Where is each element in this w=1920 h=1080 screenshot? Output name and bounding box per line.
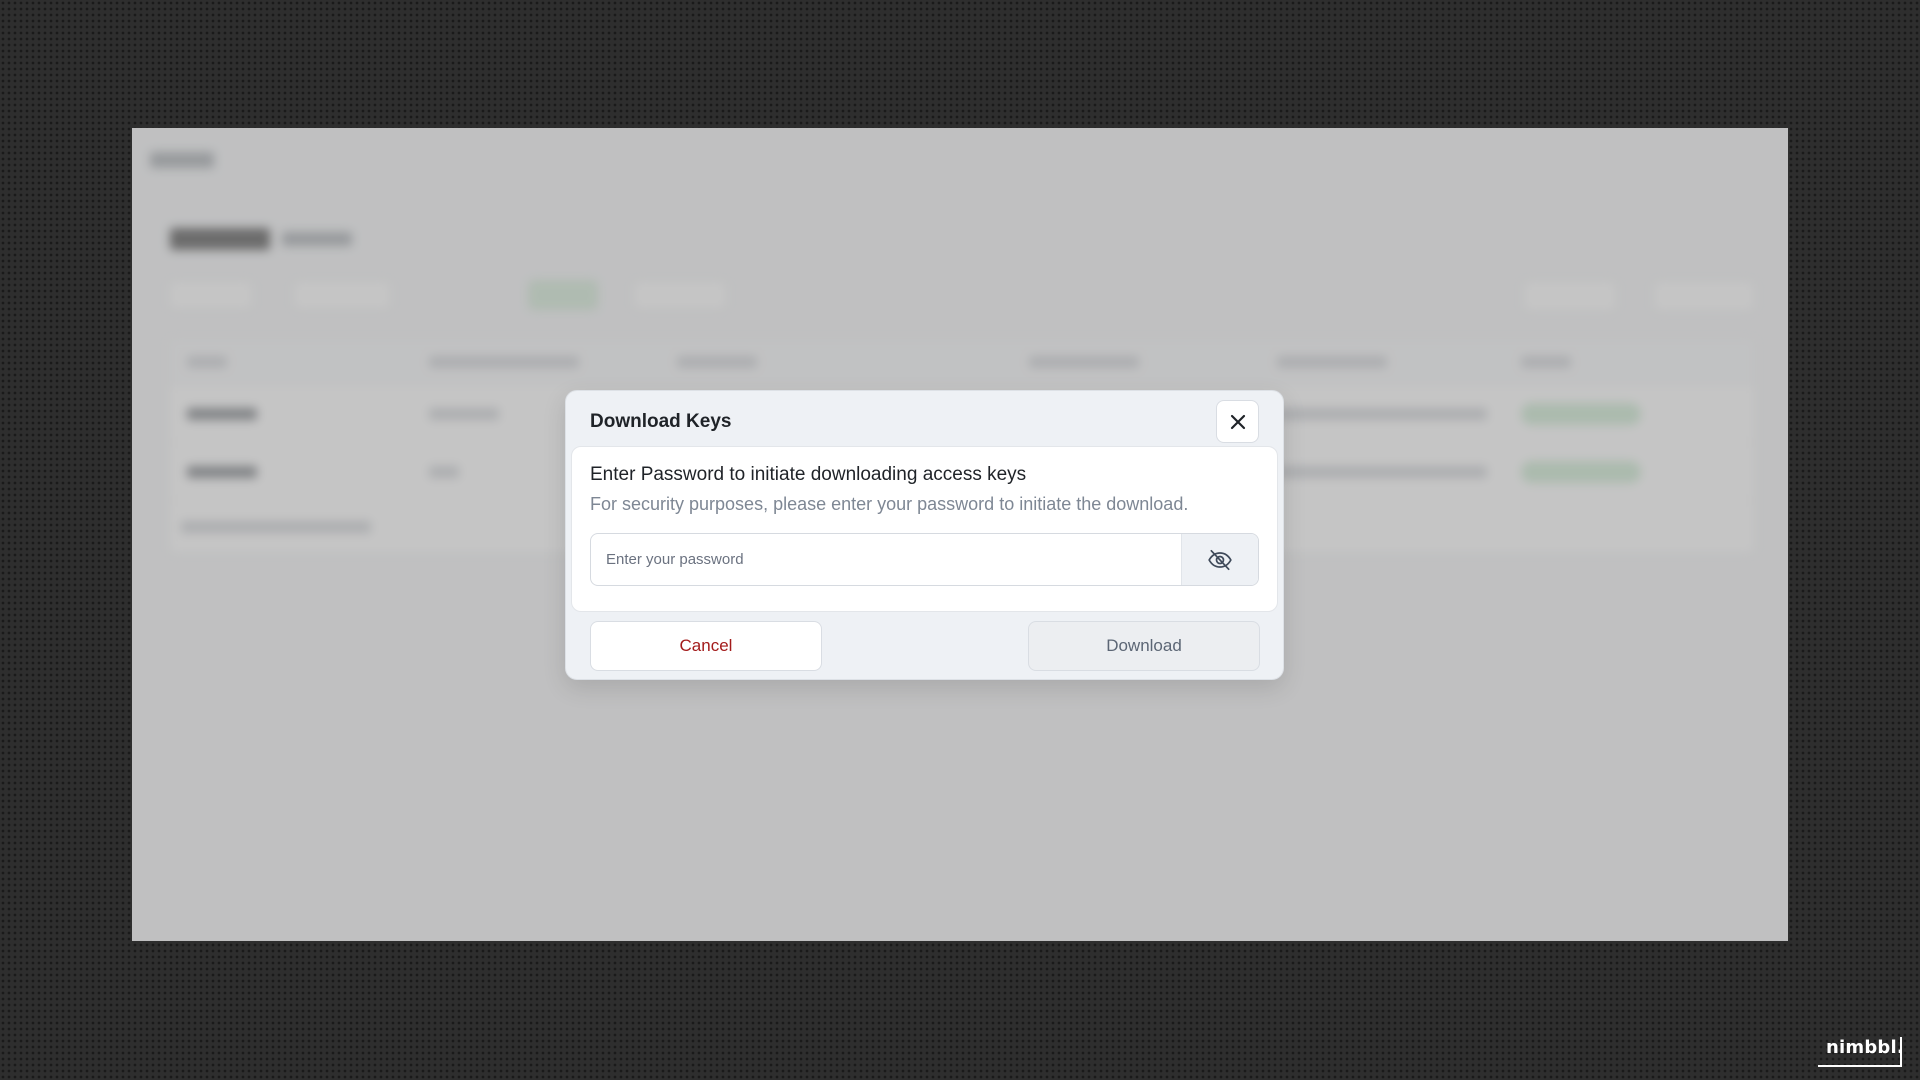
eye-off-icon — [1208, 549, 1232, 570]
dialog-title: Download Keys — [590, 411, 732, 432]
toggle-password-visibility-button[interactable] — [1181, 534, 1258, 585]
download-button[interactable]: Download — [1028, 621, 1260, 671]
download-keys-dialog: Download Keys Enter Password to initiate… — [565, 390, 1284, 680]
dialog-heading: Enter Password to initiate downloading a… — [590, 464, 1027, 485]
password-input[interactable] — [591, 534, 1181, 585]
dialog-description: For security purposes, please enter your… — [590, 494, 1189, 514]
dialog-body: Enter Password to initiate downloading a… — [571, 446, 1278, 612]
password-field-group — [590, 533, 1259, 586]
close-button[interactable] — [1216, 400, 1259, 443]
cancel-button[interactable]: Cancel — [590, 621, 822, 671]
close-icon — [1230, 414, 1245, 429]
brand-logo: nimbbl. — [1818, 1037, 1904, 1067]
